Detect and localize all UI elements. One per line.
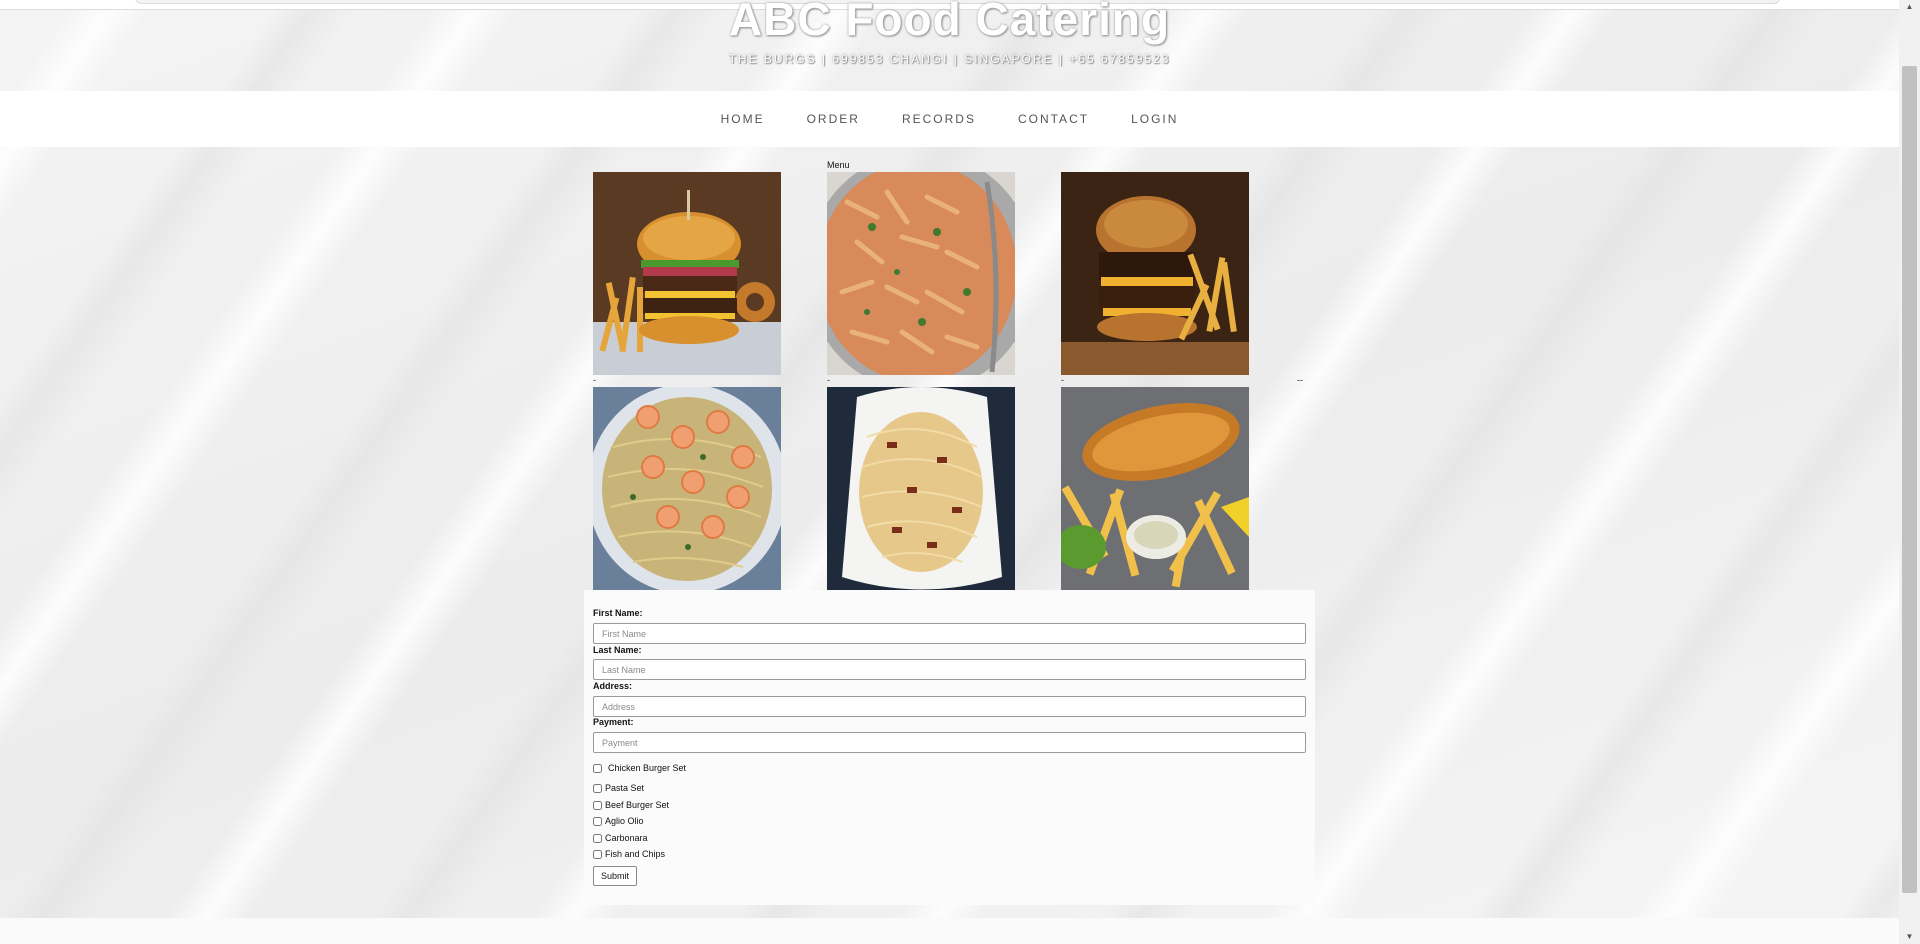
aglio-olio-checkbox[interactable] bbox=[593, 816, 602, 826]
payment-input[interactable] bbox=[593, 732, 1306, 753]
chicken-burger-set-label: Chicken Burger Set bbox=[608, 763, 687, 773]
chicken-burger-image bbox=[593, 172, 781, 375]
submit-button[interactable]: Submit bbox=[593, 866, 637, 886]
chicken-burger-set-checkbox[interactable] bbox=[593, 763, 602, 773]
option-chicken-burger-set[interactable]: Chicken Burger Set bbox=[593, 763, 686, 773]
last-name-input[interactable] bbox=[593, 659, 1306, 680]
address-label: Address: bbox=[593, 681, 633, 691]
pasta-set-label: Pasta Set bbox=[605, 783, 645, 793]
site-title: ABC Food Catering bbox=[728, 0, 1171, 45]
vertical-scrollbar[interactable]: ▲ ▼ bbox=[1899, 0, 1920, 944]
first-name-label: First Name: bbox=[593, 608, 643, 618]
option-aglio-olio[interactable]: Aglio Olio bbox=[593, 816, 644, 826]
last-name-label: Last Name: bbox=[593, 645, 642, 655]
beef-burger-set-checkbox[interactable] bbox=[593, 800, 602, 810]
carbonara-checkbox[interactable] bbox=[593, 833, 602, 843]
menu-separator: -- bbox=[1297, 375, 1303, 385]
scroll-up-icon[interactable]: ▲ bbox=[1899, 2, 1920, 11]
option-carbonara[interactable]: Carbonara bbox=[593, 833, 648, 843]
nav-records[interactable]: RECORDS bbox=[902, 112, 976, 126]
site-subtitle: THE BURGS | 699853 CHANGI | SINGAPORE | … bbox=[728, 52, 1171, 66]
beef-burger-image bbox=[1061, 172, 1249, 375]
aglio-olio-image bbox=[593, 387, 781, 590]
main-nav: HOME ORDER RECORDS CONTACT LOGIN bbox=[0, 91, 1899, 147]
option-pasta-set[interactable]: Pasta Set bbox=[593, 783, 644, 793]
option-fish-and-chips[interactable]: Fish and Chips bbox=[593, 849, 665, 859]
nav-order[interactable]: ORDER bbox=[807, 112, 860, 126]
pasta-image bbox=[827, 172, 1015, 375]
scrollbar-thumb[interactable] bbox=[1902, 66, 1917, 893]
menu-label: Menu bbox=[827, 160, 850, 170]
payment-label: Payment: bbox=[593, 717, 634, 727]
carbonara-image bbox=[827, 387, 1015, 590]
nav-home[interactable]: HOME bbox=[721, 112, 765, 126]
fish-and-chips-checkbox[interactable] bbox=[593, 849, 602, 859]
menu-separator: - bbox=[593, 375, 596, 385]
pasta-set-checkbox[interactable] bbox=[593, 783, 602, 793]
fish-and-chips-label: Fish and Chips bbox=[605, 849, 666, 859]
aglio-olio-label: Aglio Olio bbox=[605, 816, 644, 826]
option-beef-burger-set[interactable]: Beef Burger Set bbox=[593, 800, 669, 810]
fish-and-chips-image bbox=[1061, 387, 1249, 590]
footer bbox=[0, 918, 1899, 944]
nav-contact[interactable]: CONTACT bbox=[1018, 112, 1089, 126]
menu-separator: - bbox=[1061, 375, 1064, 385]
carbonara-label: Carbonara bbox=[605, 833, 648, 843]
beef-burger-set-label: Beef Burger Set bbox=[605, 800, 670, 810]
nav-login[interactable]: LOGIN bbox=[1131, 112, 1178, 126]
address-input[interactable] bbox=[593, 696, 1306, 717]
scroll-down-icon[interactable]: ▼ bbox=[1899, 932, 1920, 941]
first-name-input[interactable] bbox=[593, 623, 1306, 644]
menu-separator: - bbox=[827, 375, 830, 385]
